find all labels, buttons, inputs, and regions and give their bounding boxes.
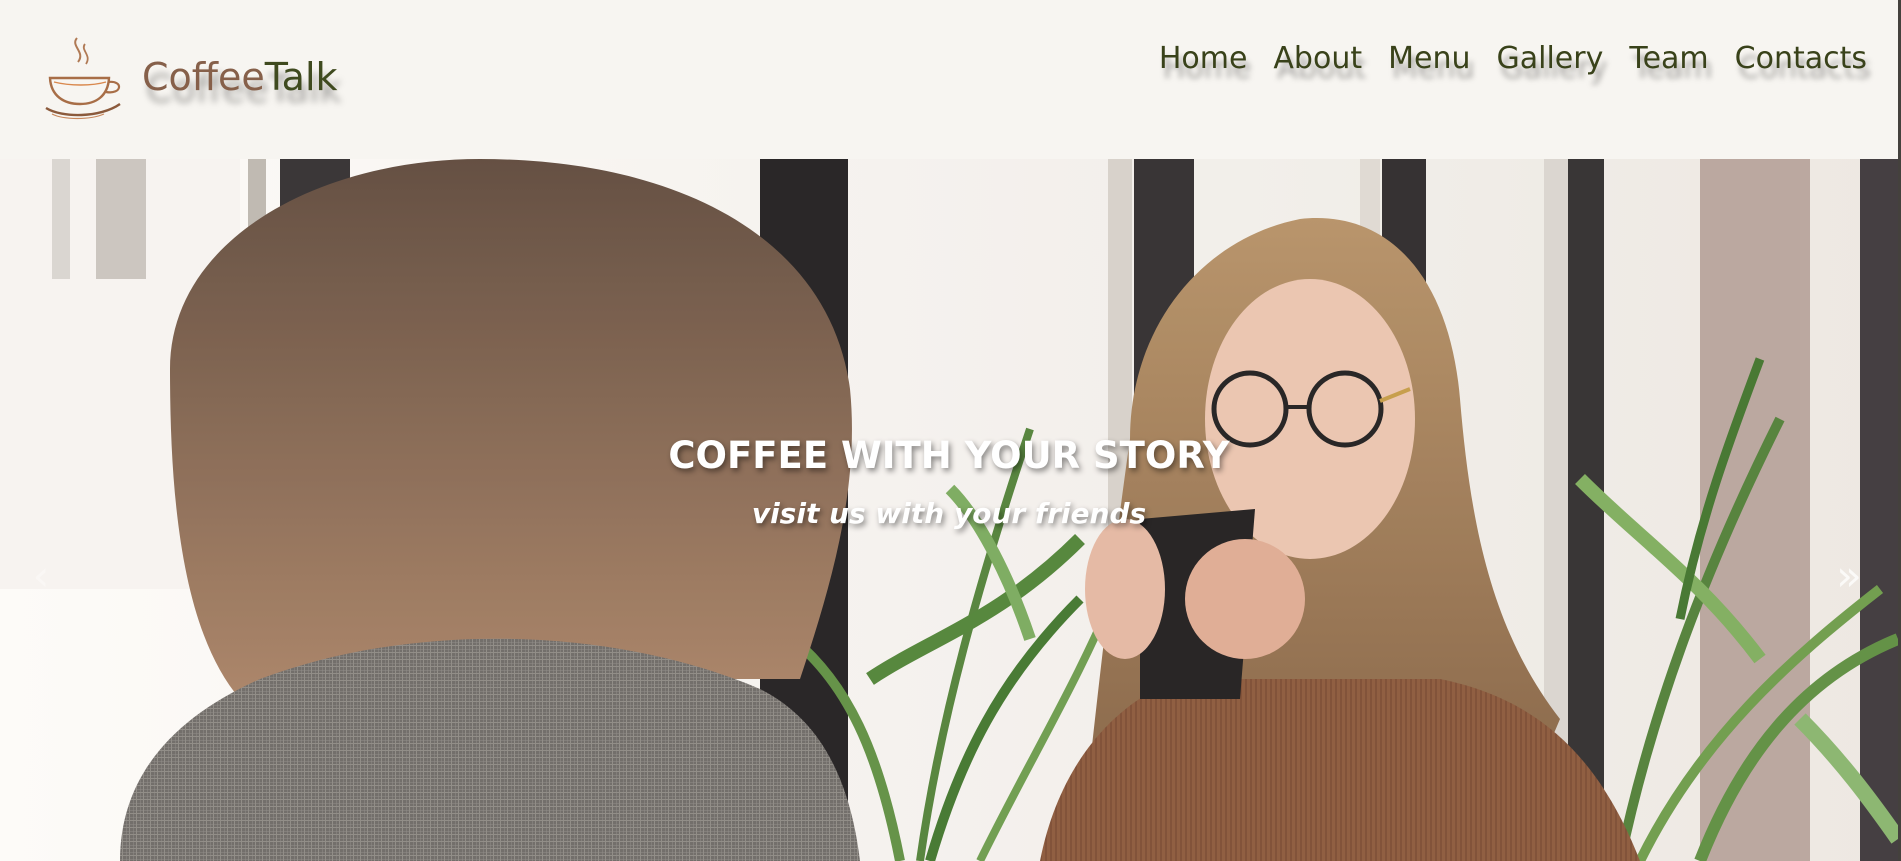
hero-slider: COFFEE WITH YOUR STORY visit us with you… — [0, 159, 1898, 861]
brand-logo[interactable]: CoffeeTalk — [42, 34, 338, 120]
hero-title: COFFEE WITH YOUR STORY — [668, 434, 1230, 477]
nav-contacts[interactable]: Contacts — [1735, 44, 1867, 74]
nav-gallery[interactable]: Gallery — [1496, 44, 1603, 74]
brand-name: CoffeeTalk — [142, 58, 338, 96]
brand-name-talk: Talk — [264, 55, 338, 99]
nav-home[interactable]: Home — [1159, 44, 1248, 74]
nav-team[interactable]: Team — [1629, 44, 1708, 74]
main-navigation: Home About Menu Gallery Team Contacts — [1133, 44, 1867, 74]
slider-prev-arrow[interactable]: ‹ — [18, 551, 64, 601]
hero-subtitle: visit us with your friends — [751, 497, 1147, 530]
slider-next-arrow[interactable]: » — [1826, 551, 1872, 601]
nav-menu[interactable]: Menu — [1388, 44, 1470, 74]
site-header: CoffeeTalk Home About Menu Gallery Team … — [0, 0, 1901, 159]
coffee-cup-icon — [45, 37, 121, 120]
nav-about[interactable]: About — [1273, 44, 1362, 74]
brand-name-coffee: Coffee — [142, 55, 265, 99]
